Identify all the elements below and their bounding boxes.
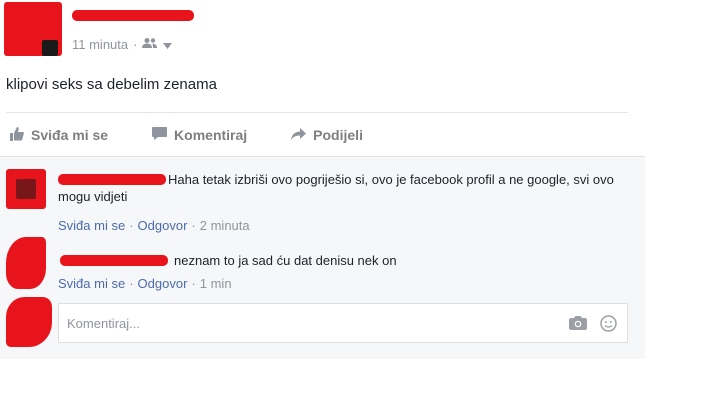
- comment-label: Komentiraj: [174, 127, 248, 143]
- share-arrow-icon: [291, 127, 307, 143]
- comment-timestamp[interactable]: 1 min: [200, 276, 232, 291]
- comment-like-link[interactable]: Sviđa mi se: [58, 218, 125, 233]
- like-button[interactable]: Sviđa mi se: [10, 126, 109, 144]
- camera-icon[interactable]: [567, 312, 589, 334]
- comment-bubble-icon: [152, 127, 168, 143]
- post-text: klipovi seks sa debelim zenama: [6, 76, 217, 93]
- post-action-bar: Sviđa mi se Komentiraj Podijeli: [6, 112, 628, 157]
- emoji-icon[interactable]: [597, 312, 619, 334]
- comment-input[interactable]: [59, 314, 567, 332]
- dot-separator: ·: [129, 218, 134, 233]
- dot-separator: ·: [191, 276, 196, 291]
- share-button[interactable]: Podijeli: [291, 127, 363, 143]
- chevron-down-icon[interactable]: [163, 37, 173, 52]
- commenter-name-redacted[interactable]: [60, 255, 168, 266]
- comment-meta: Sviđa mi se · Odgovor · 1 min: [58, 276, 232, 291]
- comment-composer: [58, 303, 628, 343]
- current-user-avatar-redacted: [6, 297, 52, 347]
- dot-separator: ·: [129, 276, 134, 291]
- commenter-avatar-redacted[interactable]: [6, 169, 46, 209]
- dot-separator: ·: [191, 218, 196, 233]
- like-label: Sviđa mi se: [31, 127, 109, 143]
- comment-like-link[interactable]: Sviđa mi se: [58, 276, 125, 291]
- comment-reply-link[interactable]: Odgovor: [138, 276, 188, 291]
- author-name-redacted[interactable]: [72, 10, 194, 21]
- post-card: 11 minuta · klipovi seks sa debelim zena…: [0, 0, 645, 359]
- comment-reply-link[interactable]: Odgovor: [138, 218, 188, 233]
- comment-timestamp[interactable]: 2 minuta: [200, 218, 250, 233]
- post-timestamp[interactable]: 11 minuta: [72, 37, 128, 52]
- thumbs-up-icon: [10, 126, 24, 144]
- commenter-avatar-redacted[interactable]: [6, 237, 46, 289]
- comments-section: Haha tetak izbriši ovo pogriješio si, ov…: [0, 156, 645, 359]
- author-avatar-redacted[interactable]: [4, 2, 62, 56]
- comment-meta: Sviđa mi se · Odgovor · 2 minuta: [58, 218, 250, 233]
- dot-separator: ·: [133, 37, 138, 52]
- comment-button[interactable]: Komentiraj: [152, 127, 247, 143]
- post-meta: 11 minuta ·: [72, 37, 173, 52]
- friends-icon[interactable]: [142, 37, 158, 52]
- commenter-name-redacted[interactable]: [58, 174, 166, 185]
- share-label: Podijeli: [313, 127, 363, 143]
